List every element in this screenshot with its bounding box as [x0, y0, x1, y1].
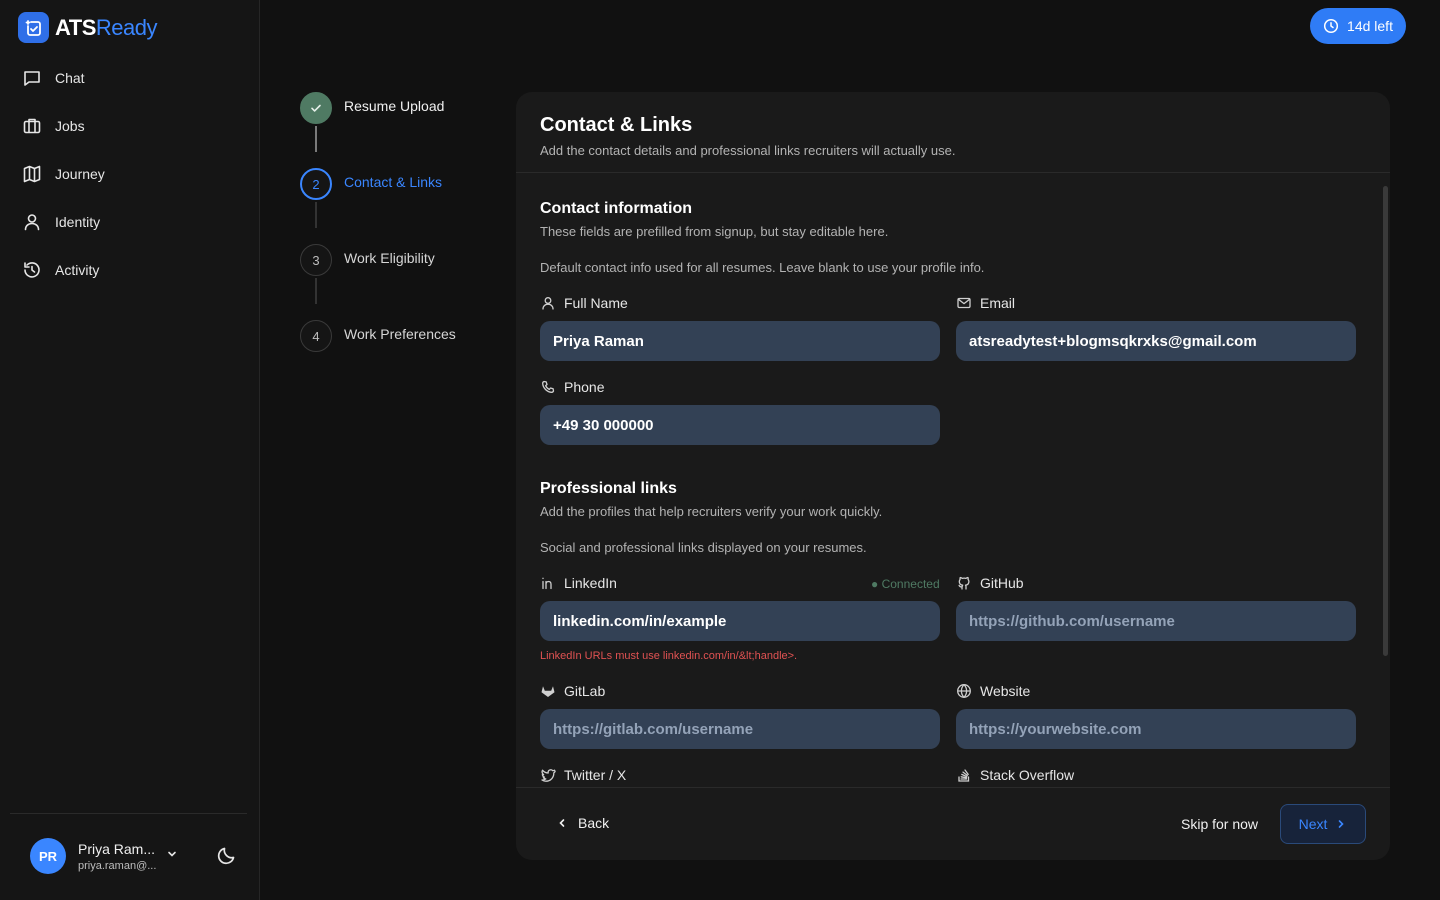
phone-input[interactable]	[540, 405, 940, 445]
brand-icon	[18, 12, 49, 43]
gitlab-icon	[541, 686, 555, 697]
twitter-label: Twitter / X	[540, 767, 626, 783]
links-section-title: Professional links	[540, 480, 677, 497]
mail-icon	[957, 297, 971, 309]
sidebar: ATSReady Chat Jobs Journey Identity Acti…	[0, 0, 260, 900]
email-label: Email	[956, 295, 1015, 311]
sidebar-divider	[10, 813, 247, 814]
user-icon	[542, 297, 554, 310]
avatar: PR	[30, 838, 66, 874]
moon-icon[interactable]	[216, 844, 238, 866]
card-header: Contact & Links Add the contact details …	[516, 92, 1390, 173]
step-work-preferences[interactable]: 4 Work Preferences	[300, 320, 456, 352]
linkedin-input[interactable]	[540, 601, 940, 641]
step-label: Work Preferences	[344, 326, 456, 342]
twitter-icon	[541, 769, 556, 782]
step-connector	[315, 278, 317, 304]
linkedin-icon	[542, 577, 552, 590]
map-icon	[23, 165, 41, 183]
trial-timer-button[interactable]: 14d left	[1310, 8, 1406, 44]
contact-section-note: Default contact info used for all resume…	[540, 260, 985, 275]
sidebar-item-activity[interactable]: Activity	[0, 246, 260, 294]
clock-icon	[1323, 18, 1339, 34]
sidebar-item-journey[interactable]: Journey	[0, 150, 260, 198]
step-contact-links[interactable]: 2 Contact & Links	[300, 168, 442, 200]
sidebar-item-jobs[interactable]: Jobs	[0, 102, 260, 150]
sidebar-item-label: Jobs	[55, 118, 85, 134]
user-icon	[24, 214, 40, 231]
user-menu[interactable]: PR Priya Ram... priya.raman@...	[30, 838, 176, 874]
step-work-eligibility[interactable]: 3 Work Eligibility	[300, 244, 435, 276]
stackoverflow-label: Stack Overflow	[956, 767, 1074, 783]
website-label: Website	[956, 683, 1030, 699]
contact-links-card: Contact & Links Add the contact details …	[516, 92, 1390, 860]
step-connector	[315, 126, 317, 152]
skip-button[interactable]: Skip for now	[1181, 816, 1258, 832]
chevron-left-icon	[559, 819, 565, 827]
sidebar-item-label: Identity	[55, 214, 101, 230]
sidebar-item-label: Activity	[55, 262, 100, 278]
contact-section-subtitle: These fields are prefilled from signup, …	[540, 224, 889, 239]
check-icon	[300, 92, 332, 124]
step-label: Resume Upload	[344, 98, 445, 114]
step-label: Contact & Links	[344, 174, 443, 190]
github-label: GitHub	[956, 575, 1024, 591]
phone-label: Phone	[540, 379, 604, 395]
sidebar-item-chat[interactable]: Chat	[0, 54, 260, 102]
stackoverflow-icon	[958, 769, 970, 782]
user-email: priya.raman@...	[78, 859, 157, 872]
sidebar-item-label: Journey	[55, 166, 105, 182]
links-section-note: Social and professional links displayed …	[540, 540, 867, 555]
gitlab-input[interactable]	[540, 709, 940, 749]
full-name-label: Full Name	[540, 295, 628, 311]
step-label: Work Eligibility	[344, 250, 435, 266]
links-section-subtitle: Add the profiles that help recruiters ve…	[540, 504, 883, 519]
sidebar-nav: Chat Jobs Journey Identity Activity	[0, 54, 260, 294]
trial-timer-label: 14d left	[1347, 18, 1393, 34]
user-name: Priya Ram...	[78, 840, 156, 857]
step-connector	[315, 202, 317, 228]
briefcase-icon	[23, 118, 41, 134]
brand-name: ATSReady	[55, 14, 157, 40]
full-name-input[interactable]	[540, 321, 940, 361]
phone-icon	[542, 380, 555, 393]
next-button[interactable]: Next	[1280, 804, 1366, 844]
email-field[interactable]	[956, 321, 1356, 361]
globe-icon	[957, 684, 971, 698]
user-info: Priya Ram... priya.raman@...	[78, 840, 157, 872]
chevron-right-icon	[1339, 820, 1345, 828]
page-title: Contact & Links	[540, 114, 693, 136]
gitlab-label: GitLab	[540, 683, 605, 699]
sidebar-item-label: Chat	[55, 70, 85, 86]
linkedin-label: LinkedIn	[540, 575, 617, 591]
step-number: 4	[300, 320, 332, 352]
page-subtitle: Add the contact details and professional…	[540, 143, 956, 158]
github-icon	[958, 576, 970, 590]
chevron-down-icon[interactable]	[166, 848, 178, 860]
contact-section-title: Contact information	[540, 200, 692, 217]
linkedin-error-message: LinkedIn URLs must use linkedin.com/in/&…	[540, 650, 798, 662]
step-resume-upload[interactable]: Resume Upload	[300, 92, 444, 124]
back-button[interactable]: Back	[556, 815, 609, 831]
brand-logo[interactable]: ATSReady	[18, 12, 157, 43]
linkedin-status-badge: ● Connected	[871, 577, 940, 591]
sidebar-item-identity[interactable]: Identity	[0, 198, 260, 246]
chat-icon	[24, 71, 40, 86]
form-scroll-area[interactable]: Contact information These fields are pre…	[516, 174, 1390, 787]
history-icon	[24, 262, 40, 278]
github-input[interactable]	[956, 601, 1356, 641]
card-footer: Back Skip for now Next	[516, 787, 1390, 860]
step-number: 2	[300, 168, 332, 200]
website-input[interactable]	[956, 709, 1356, 749]
scrollbar[interactable]	[1383, 186, 1388, 656]
step-number: 3	[300, 244, 332, 276]
